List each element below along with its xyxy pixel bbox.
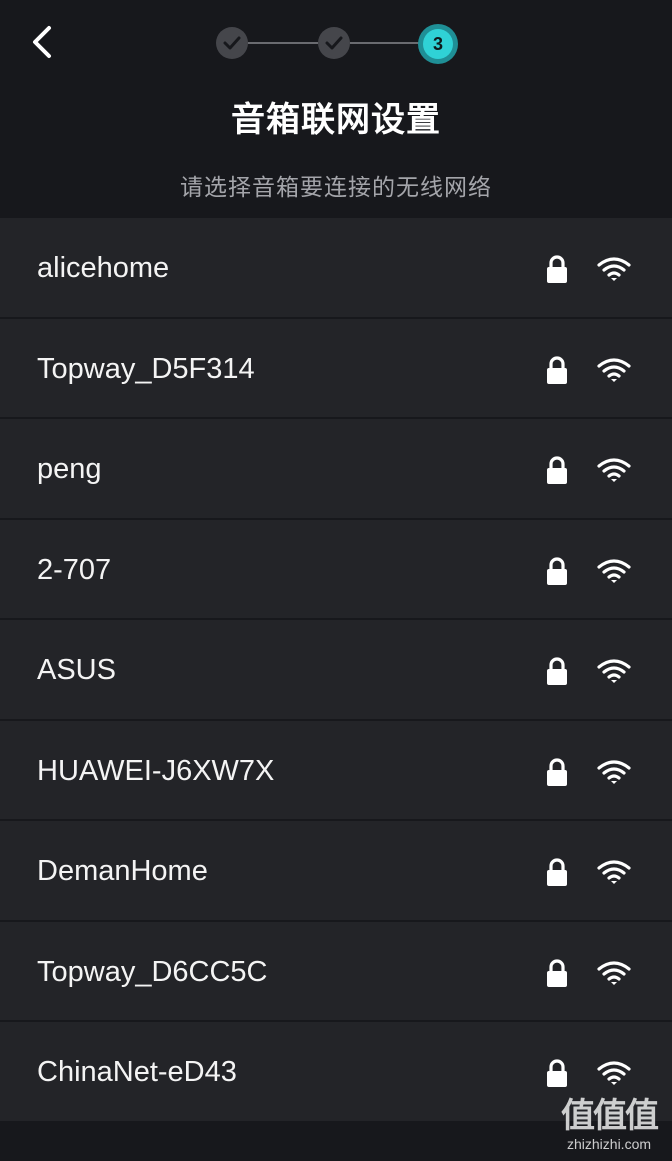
watermark-site: zhizhizhi.com: [566, 1136, 652, 1152]
network-name: 2-707: [37, 553, 112, 586]
network-name: HUAWEI-J6XW7X: [37, 754, 275, 787]
network-name: Topway_D6CC5C: [37, 955, 268, 988]
network-row[interactable]: alicehome: [0, 218, 672, 319]
network-row[interactable]: HUAWEI-J6XW7X: [0, 720, 672, 821]
step-2-completed: [318, 27, 350, 59]
page-title: 音箱联网设置: [231, 100, 441, 140]
step-1-completed: [216, 27, 248, 59]
wifi-signal-icon: [597, 357, 631, 382]
wifi-signal-icon: [597, 257, 631, 281]
lock-icon: [547, 1059, 567, 1087]
page-subtitle: 请选择音箱要连接的无线网络: [180, 175, 492, 201]
check-icon: [325, 36, 343, 50]
lock-icon: [547, 456, 567, 484]
wifi-signal-icon: [597, 759, 631, 784]
network-row[interactable]: ASUS: [0, 620, 672, 721]
lock-icon: [547, 355, 567, 384]
lock-icon: [547, 255, 567, 283]
network-name: alicehome: [37, 252, 170, 284]
wifi-setup-screen: 3 音箱联网设置 请选择音箱要连接的无线网络 alicehome Topway_D…: [0, 0, 672, 1161]
watermark: 值值值 zhizhizhi.com: [554, 1097, 664, 1155]
lock-icon: [547, 657, 567, 685]
watermark-logo: 值值值: [561, 1096, 659, 1136]
check-icon: [223, 36, 241, 50]
network-row[interactable]: DemanHome: [0, 821, 672, 922]
lock-icon: [547, 958, 567, 987]
step-3-current: 3: [418, 24, 458, 64]
wifi-signal-icon: [597, 659, 631, 683]
back-button[interactable]: [22, 20, 62, 64]
wifi-signal-icon: [597, 960, 631, 985]
header: 3 音箱联网设置 请选择音箱要连接的无线网络: [0, 0, 672, 218]
wifi-signal-icon: [597, 558, 631, 583]
network-name: ChinaNet-eD43: [37, 1056, 237, 1088]
network-name: ASUS: [37, 654, 116, 686]
lock-icon: [547, 556, 567, 585]
network-row[interactable]: Topway_D5F314: [0, 318, 672, 419]
chevron-left-icon: [33, 26, 51, 58]
network-list: alicehome Topway_D5F314peng 2-707 ASUS HUAWE…: [0, 218, 672, 1123]
lock-icon: [547, 757, 567, 786]
step-connector: [248, 42, 318, 44]
network-row[interactable]: Topway_D6CC5C: [0, 921, 672, 1022]
lock-icon: [547, 858, 567, 886]
network-name: peng: [37, 453, 102, 485]
network-row[interactable]: 2-707: [0, 519, 672, 620]
network-name: Topway_D5F314: [37, 352, 255, 385]
wifi-signal-icon: [597, 860, 631, 884]
network-row[interactable]: peng: [0, 419, 672, 520]
wifi-signal-icon: [597, 458, 631, 482]
step-indicator: 3: [214, 24, 462, 64]
wifi-signal-icon: [597, 1061, 631, 1085]
step-connector: [350, 42, 420, 44]
network-name: DemanHome: [37, 855, 208, 887]
step-number: 3: [423, 29, 453, 59]
